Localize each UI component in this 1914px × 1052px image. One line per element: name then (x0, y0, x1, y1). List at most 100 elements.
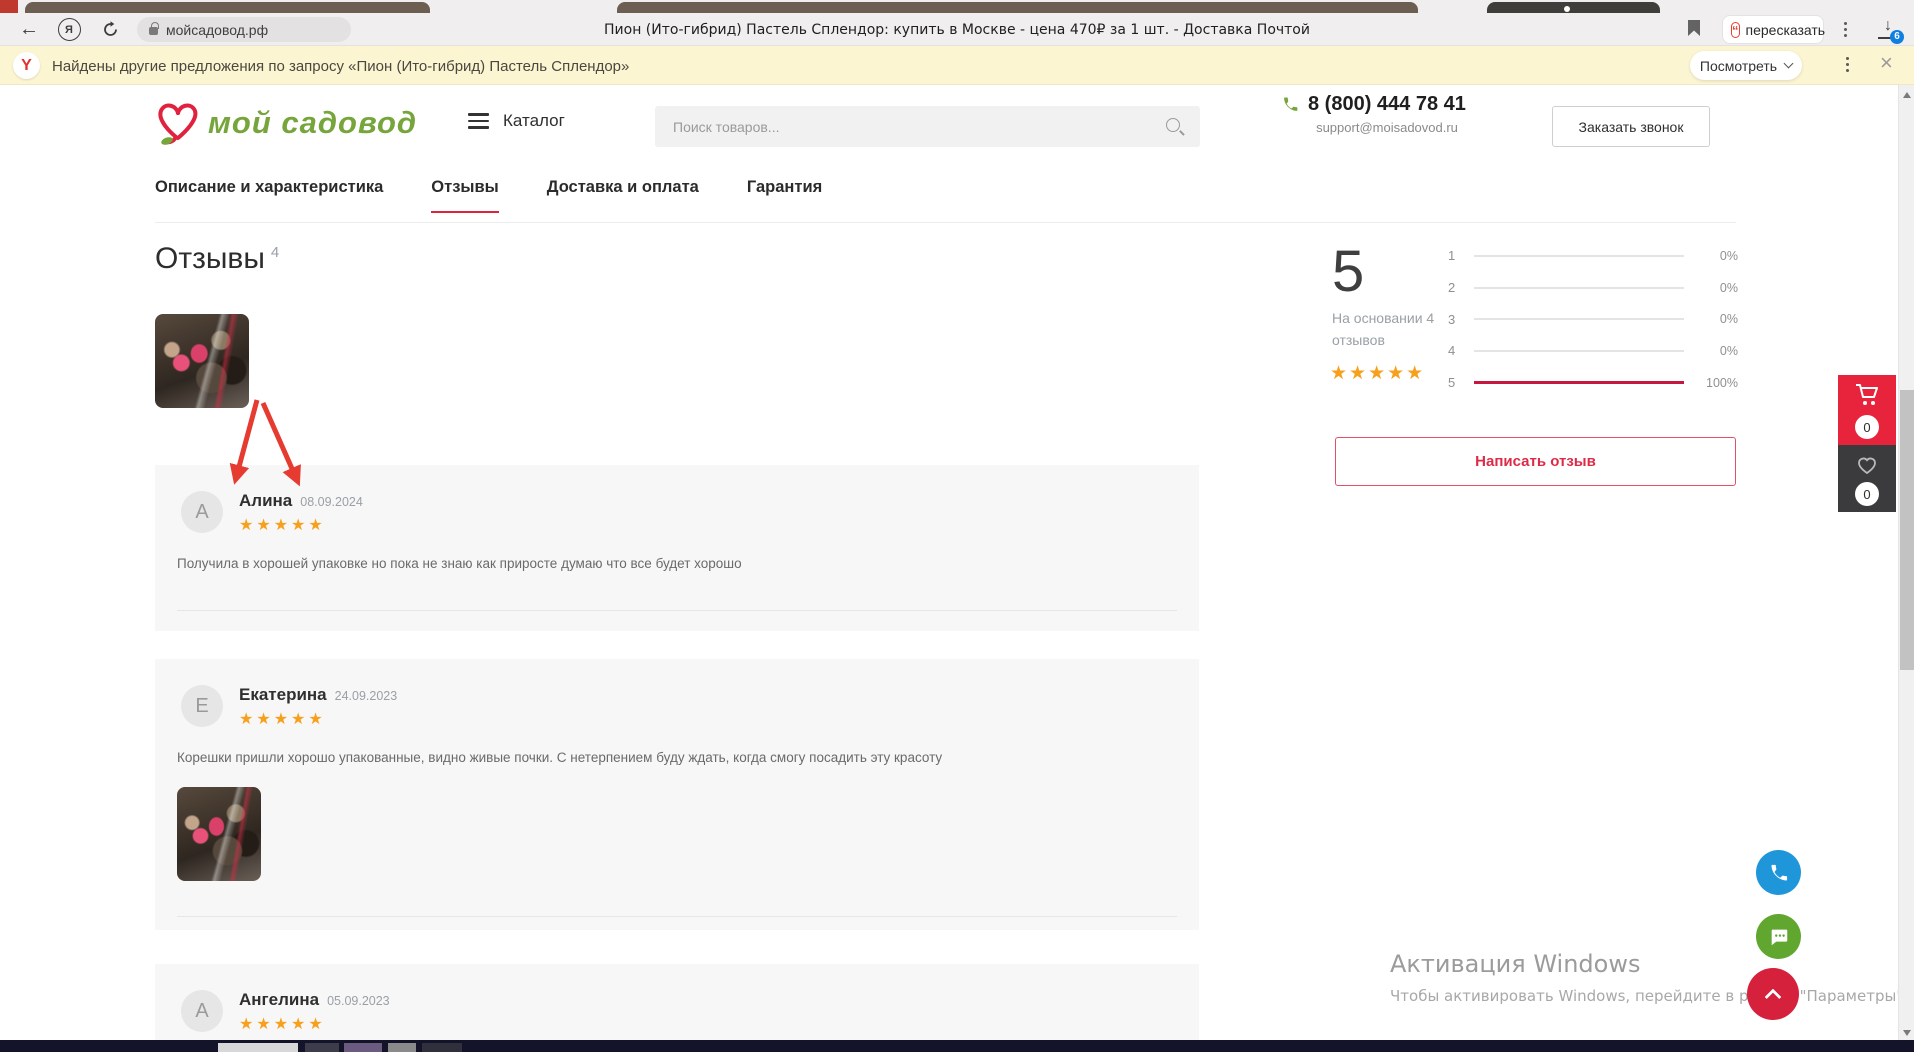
tab-reviews[interactable]: Отзывы (431, 178, 498, 213)
divider (177, 916, 1177, 917)
page-scrollbar[interactable] (1898, 85, 1914, 1052)
tab-favicon-dot (1564, 6, 1570, 12)
review-date: 08.09.2024 (300, 495, 363, 509)
phone-icon (1769, 863, 1789, 883)
search-box (655, 106, 1200, 147)
rating-bar (1474, 287, 1684, 289)
windows-activation-title: Активация Windows (1390, 950, 1908, 978)
notification-text: Найдены другие предложения по запросу «П… (52, 58, 629, 75)
scrollbar-up-arrow[interactable] (1903, 92, 1911, 98)
rating-row: 2 0% (1448, 272, 1738, 304)
bookmark-icon[interactable] (1688, 20, 1700, 36)
rating-bar (1474, 382, 1684, 384)
logo-text: мой садовод (208, 105, 417, 141)
scrollbar-thumb[interactable] (1900, 390, 1914, 670)
rating-row: 3 0% (1448, 303, 1738, 335)
review-text: Получила в хорошей упаковке но пока не з… (177, 555, 1169, 574)
chat-icon (1768, 926, 1790, 948)
review-stars: ★★★★★ (239, 1014, 326, 1034)
rating-row: 5 100% (1448, 367, 1738, 399)
url-text: мойсадовод.рф (166, 22, 268, 38)
yandex-browser-icon[interactable]: Я (56, 13, 82, 46)
address-bar[interactable]: мойсадовод.рф (137, 17, 351, 42)
divider (177, 610, 1177, 611)
site-logo[interactable]: мой садовод (152, 97, 417, 149)
review-gallery-photo[interactable] (155, 314, 249, 408)
average-rating: 5 (1332, 238, 1364, 305)
offer-notification-bar: Y Найдены другие предложения по запросу … (0, 46, 1914, 85)
browser-tab[interactable] (1487, 2, 1660, 13)
callback-fab[interactable] (1756, 850, 1801, 895)
review-card: А Ангелина05.09.2023 ★★★★★ (155, 964, 1199, 1052)
divider (155, 222, 1736, 223)
rating-distribution: 1 0% 2 0% 3 0% 4 0% 5 100% (1448, 240, 1738, 398)
browser-chrome: ← Я мойсадовод.рф Пион (Ито-гибрид) Паст… (0, 0, 1914, 46)
tab-warranty[interactable]: Гарантия (747, 178, 822, 213)
scroll-to-top-fab[interactable] (1747, 968, 1799, 1020)
scrollbar-down-arrow[interactable] (1903, 1030, 1911, 1036)
rating-bar (1474, 318, 1684, 320)
review-stars: ★★★★★ (239, 515, 326, 535)
downloads-badge: 6 (1890, 30, 1904, 44)
favorites-button[interactable]: 0 (1838, 445, 1896, 512)
screen: ← Я мойсадовод.рф Пион (Ито-гибрид) Паст… (0, 0, 1914, 1052)
rating-based-on: На основании 4 отзывов (1332, 308, 1454, 351)
request-call-button[interactable]: Заказать звонок (1552, 106, 1710, 147)
reviewer-name: Алина08.09.2024 (239, 491, 363, 511)
chevron-up-icon (1765, 989, 1782, 1006)
back-button[interactable]: ← (14, 13, 44, 46)
contact-block: 8 (800) 444 78 41 support@moisadovod.ru (1282, 93, 1492, 135)
write-review-button[interactable]: Написать отзыв (1335, 437, 1736, 486)
avatar: А (181, 990, 223, 1032)
browser-tab-fragment[interactable] (0, 0, 18, 13)
rating-row: 1 0% (1448, 240, 1738, 272)
lock-icon[interactable] (149, 27, 158, 35)
search-input[interactable] (655, 119, 1164, 135)
reviews-count: 4 (271, 244, 279, 261)
review-card: Е Екатерина24.09.2023 ★★★★★ Корешки приш… (155, 659, 1199, 930)
windows-activation-subtitle: Чтобы активировать Windows, перейдите в … (1390, 987, 1908, 1005)
page-title: Пион (Ито-гибрид) Пастель Сплендор: купи… (604, 22, 1310, 38)
product-tabs: Описание и характеристика Отзывы Доставк… (155, 178, 822, 213)
windows-taskbar-edge (0, 1040, 1914, 1052)
refresh-button[interactable] (96, 13, 124, 46)
rating-row: 4 0% (1448, 335, 1738, 367)
rating-bar (1474, 350, 1684, 352)
cart-button[interactable]: 0 (1838, 375, 1896, 445)
browser-tab[interactable] (617, 2, 1418, 13)
retell-button[interactable]: “ пересказать (1722, 15, 1824, 44)
chat-fab[interactable] (1756, 914, 1801, 959)
windows-activation-watermark: Активация Windows Чтобы активировать Win… (1390, 950, 1908, 1005)
refresh-icon (102, 21, 119, 38)
phone-number[interactable]: 8 (800) 444 78 41 (1308, 93, 1466, 116)
notification-menu-button[interactable] (1846, 57, 1849, 72)
logo-heart-icon (152, 97, 204, 149)
yandex-icon: Y (13, 52, 40, 79)
review-text: Корешки пришли хорошо упакованные, видно… (177, 749, 1169, 768)
browser-menu-button[interactable] (1844, 22, 1847, 37)
review-photo[interactable] (177, 787, 261, 881)
cart-icon (1854, 383, 1880, 407)
catalog-label: Каталог (503, 111, 565, 131)
browser-tabstrip (0, 0, 1914, 13)
browser-tab[interactable] (25, 2, 430, 13)
heart-icon (1854, 453, 1880, 477)
retell-label: пересказать (1746, 22, 1826, 38)
reviewer-name: Екатерина24.09.2023 (239, 685, 397, 705)
review-date: 05.09.2023 (327, 994, 390, 1008)
tab-delivery[interactable]: Доставка и оплата (547, 178, 699, 213)
site-header: мой садовод Каталог 8 (800) 444 78 41 su… (0, 85, 1914, 171)
chevron-down-icon (1784, 59, 1794, 69)
avatar: Е (181, 685, 223, 727)
avatar: А (181, 491, 223, 533)
review-date: 24.09.2023 (335, 689, 398, 703)
catalog-menu-button[interactable]: Каталог (468, 111, 565, 131)
reviewer-name: Ангелина05.09.2023 (239, 990, 390, 1010)
support-email[interactable]: support@moisadovod.ru (1282, 120, 1492, 135)
tab-description[interactable]: Описание и характеристика (155, 178, 383, 213)
hamburger-icon (468, 113, 489, 129)
summary-stars: ★★★★★ (1330, 362, 1425, 385)
view-offers-button[interactable]: Посмотреть (1690, 51, 1802, 80)
search-icon[interactable] (1164, 116, 1186, 138)
notification-close-button[interactable]: × (1880, 50, 1893, 76)
